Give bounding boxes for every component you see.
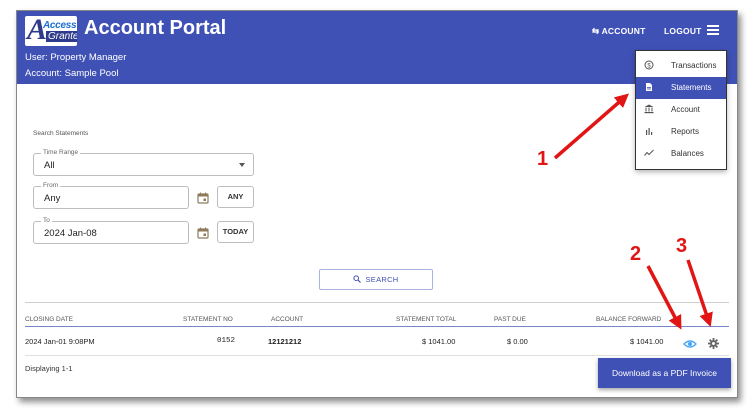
annotation-number-1: 1 bbox=[537, 148, 549, 170]
col-header-statement-no[interactable]: STATEMENT NO bbox=[183, 316, 233, 323]
app-title: Account Portal bbox=[84, 17, 227, 39]
menu-item-statements[interactable]: Statements bbox=[636, 77, 726, 99]
calendar-icon[interactable] bbox=[197, 191, 209, 204]
eye-icon[interactable] bbox=[683, 336, 697, 354]
col-header-balance-forward[interactable]: BALANCE FORWARD bbox=[596, 316, 661, 323]
cell-statement-total: $ 1041.00 bbox=[422, 337, 456, 346]
annotation-number-3: 3 bbox=[676, 235, 688, 257]
search-section-label: Search Statements bbox=[33, 130, 89, 137]
to-date-input[interactable]: To 2024 Jan-08 bbox=[33, 217, 189, 244]
bar-chart-icon bbox=[644, 126, 654, 136]
nav-menu: $ Transactions Statements Account Report… bbox=[635, 50, 727, 170]
annotation-number-2: 2 bbox=[630, 243, 642, 265]
col-header-account[interactable]: ACCOUNT bbox=[271, 316, 303, 323]
menu-item-account[interactable]: Account bbox=[636, 99, 726, 121]
app-window: A Access Granted Account Portal User: Pr… bbox=[16, 10, 738, 398]
hamburger-icon[interactable] bbox=[707, 25, 719, 35]
calendar-icon[interactable] bbox=[197, 226, 209, 239]
any-button[interactable]: ANY bbox=[217, 186, 254, 208]
bank-icon bbox=[644, 104, 654, 114]
document-icon bbox=[644, 82, 654, 92]
pagination-info: Displaying 1-1 bbox=[25, 364, 73, 373]
account-info: Account: Sample Pool bbox=[25, 68, 119, 79]
row-divider bbox=[25, 355, 729, 356]
app-header: A Access Granted Account Portal User: Pr… bbox=[17, 11, 737, 84]
today-button[interactable]: TODAY bbox=[217, 221, 254, 243]
search-button[interactable]: SEARCH bbox=[319, 269, 433, 290]
switch-account-link[interactable]: ⇆ ACCOUNT bbox=[592, 26, 645, 37]
chevron-down-icon bbox=[239, 163, 245, 167]
search-icon bbox=[353, 275, 362, 283]
logout-link[interactable]: LOGOUT bbox=[664, 26, 702, 36]
col-header-past-due[interactable]: PAST DUE bbox=[494, 316, 526, 323]
col-header-closing-date[interactable]: CLOSING DATE bbox=[25, 316, 73, 323]
user-info: User: Property Manager bbox=[25, 52, 127, 63]
cell-balance-forward: $ 1041.00 bbox=[630, 337, 664, 346]
access-granted-logo: A Access Granted bbox=[25, 16, 77, 46]
cell-closing-date: 2024 Jan-01 9:08PM bbox=[25, 337, 95, 346]
download-pdf-invoice-button[interactable]: Download as a PDF Invoice bbox=[598, 358, 731, 388]
menu-item-reports[interactable]: Reports bbox=[636, 121, 726, 143]
line-chart-icon bbox=[644, 148, 654, 158]
cell-account: 12121212 bbox=[268, 337, 302, 346]
col-header-statement-total[interactable]: STATEMENT TOTAL bbox=[396, 316, 456, 323]
menu-item-balances[interactable]: Balances bbox=[636, 143, 726, 165]
section-divider bbox=[25, 302, 729, 303]
time-range-select[interactable]: Time Range All bbox=[33, 149, 254, 176]
header-underline bbox=[25, 326, 729, 327]
menu-item-transactions[interactable]: $ Transactions bbox=[636, 55, 726, 77]
cell-past-due: $ 0.00 bbox=[507, 337, 528, 346]
cell-statement-no: 0152 bbox=[217, 337, 236, 345]
from-date-input[interactable]: From Any bbox=[33, 182, 189, 209]
dollar-circle-icon: $ bbox=[644, 60, 654, 70]
gear-icon[interactable] bbox=[708, 336, 719, 354]
